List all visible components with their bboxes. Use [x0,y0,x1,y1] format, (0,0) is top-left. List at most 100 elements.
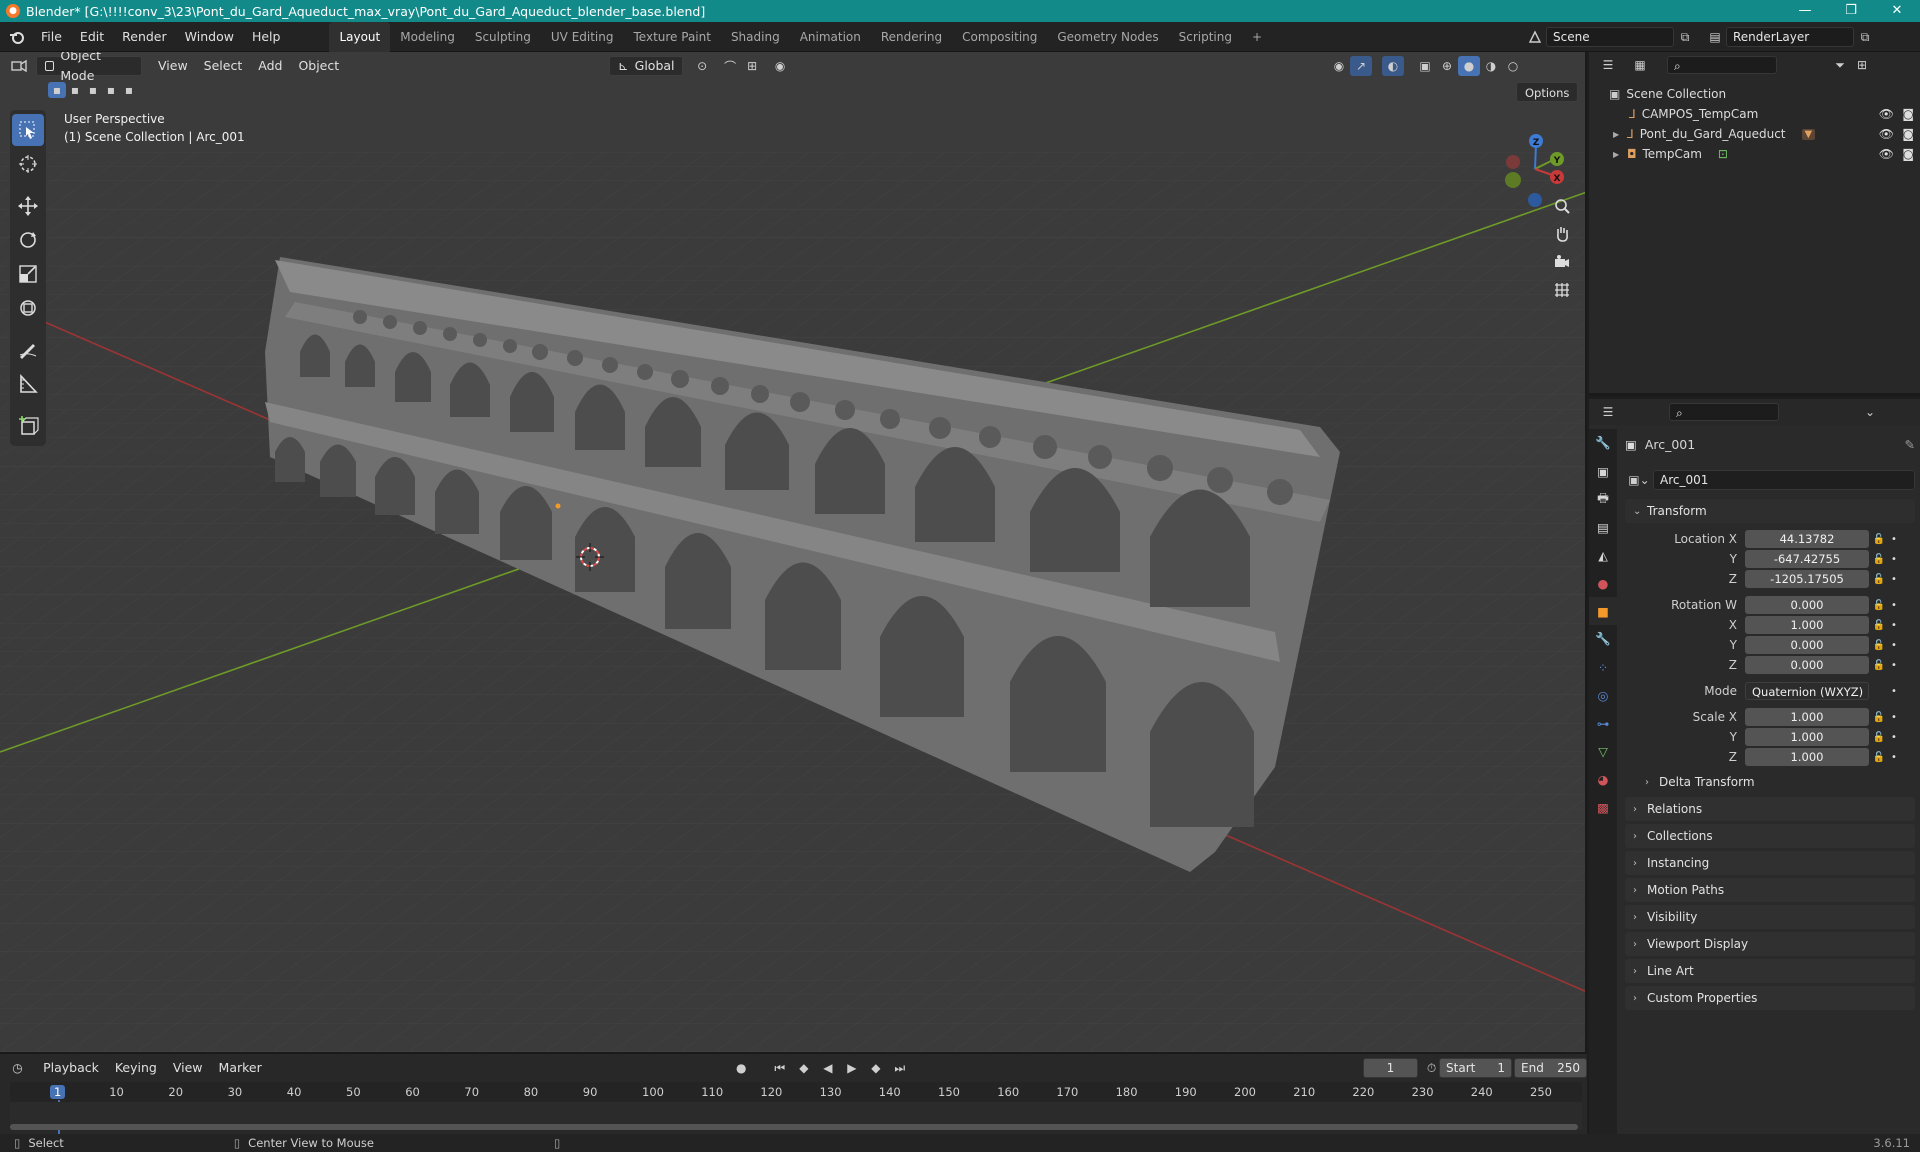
outliner-search-input[interactable]: ⌕ [1667,56,1777,74]
jump-end-icon[interactable]: ⏭ [889,1058,911,1078]
particles-tab-icon[interactable]: ⁘ [1589,653,1617,681]
tab-uv-editing[interactable]: UV Editing [541,22,624,52]
menu-help[interactable]: Help [243,22,290,52]
tab-shading[interactable]: Shading [721,22,790,52]
timeline-scrollbar[interactable] [10,1124,1578,1130]
xray-toggle-icon[interactable]: ▣ [1414,56,1436,76]
viewport-menu-view[interactable]: View [150,56,196,76]
stopwatch-icon[interactable]: ⏱ [1424,1058,1439,1078]
mode-selector[interactable]: Object Mode [36,52,142,83]
select-new-icon[interactable]: ▪ [48,82,66,98]
play-icon[interactable]: ▶ [841,1058,863,1078]
modifier-tab-icon[interactable]: 🔧 [1589,625,1617,653]
camera-render-icon[interactable]: ◙ [1902,107,1914,121]
keyframe-dot-icon[interactable]: • [1889,554,1899,565]
outliner-editor-icon[interactable]: ☰ [1597,55,1619,75]
select-intersect-icon[interactable]: ▪ [120,82,138,98]
tab-scripting[interactable]: Scripting [1169,22,1242,52]
lock-icon[interactable]: 🔓 [1869,660,1889,671]
outliner-item-tempcam[interactable]: ▶ ◘ TempCam ⊡ 👁 ◙ [1609,144,1920,164]
tab-layout[interactable]: Layout [329,21,391,52]
location-x-field[interactable]: 44.13782 [1745,530,1869,548]
constraints-tab-icon[interactable]: ⊶ [1589,709,1617,737]
transform-tool[interactable] [12,292,44,324]
annotate-tool[interactable] [12,334,44,366]
lock-icon[interactable]: 🔓 [1869,732,1889,743]
lock-icon[interactable]: 🔓 [1869,554,1889,565]
select-invert-icon[interactable]: ▪ [102,82,120,98]
camera-render-icon[interactable]: ◙ [1902,127,1914,141]
rotation-x-field[interactable]: 1.000 [1745,616,1869,634]
close-button[interactable]: ✕ [1874,0,1920,22]
properties-options-icon[interactable]: ⌄ [1859,402,1881,422]
tab-geometry-nodes[interactable]: Geometry Nodes [1047,22,1168,52]
lock-icon[interactable]: 🔓 [1869,600,1889,611]
gizmo-toggle-icon[interactable]: ↗ [1350,56,1372,76]
eye-icon[interactable]: 👁 [1879,147,1894,161]
tab-sculpting[interactable]: Sculpting [465,22,541,52]
viewport-menu-object[interactable]: Object [290,56,347,76]
menu-file[interactable]: File [32,22,71,52]
move-tool[interactable] [12,190,44,222]
proportional-edit-icon[interactable]: ◉ [769,56,791,76]
material-tab-icon[interactable]: ◕ [1589,765,1617,793]
maximize-button[interactable]: ❐ [1828,0,1874,22]
start-frame-field[interactable]: Start 1 [1439,1058,1513,1078]
snap-icon[interactable]: ⌒ [719,56,741,76]
blender-menu-icon[interactable] [6,27,28,47]
lock-icon[interactable]: 🔓 [1869,640,1889,651]
new-view-layer-icon[interactable]: ⧉ [1854,27,1876,47]
viewport-menu-add[interactable]: Add [250,56,290,76]
shading-wireframe-icon[interactable]: ⊕ [1436,56,1458,76]
keyframe-dot-icon[interactable]: • [1889,686,1899,697]
options-dropdown[interactable]: Options [1516,82,1579,102]
ortho-grid-icon[interactable] [1548,276,1576,304]
lock-icon[interactable]: 🔓 [1869,574,1889,585]
keyframe-dot-icon[interactable]: • [1889,574,1899,585]
play-reverse-icon[interactable]: ◀ [817,1058,839,1078]
new-collection-icon[interactable]: ⊞ [1851,55,1873,75]
lock-icon[interactable]: 🔓 [1869,620,1889,631]
camera-render-icon[interactable]: ◙ [1902,147,1914,161]
texture-tab-icon[interactable]: ▩ [1589,793,1617,821]
timeline-menu-playback[interactable]: Playback [35,1058,107,1078]
object-name-field[interactable]: Arc_001 [1653,470,1915,490]
select-box-tool[interactable] [12,114,44,146]
camera-view-icon[interactable] [1548,248,1576,276]
rotation-mode-dropdown[interactable]: Quaternion (WXYZ) [1745,682,1869,700]
tab-texture-paint[interactable]: Texture Paint [624,22,721,52]
keyframe-dot-icon[interactable]: • [1889,600,1899,611]
keyframe-dot-icon[interactable]: • [1889,752,1899,763]
relations-panel[interactable]: › Relations [1625,797,1915,821]
3d-viewport[interactable]: Z Y X Object Mode View Select Add Object [0,52,1587,1052]
keyframe-dot-icon[interactable]: • [1889,534,1899,545]
tab-compositing[interactable]: Compositing [952,22,1047,52]
eye-icon[interactable]: 👁 [1879,107,1894,121]
display-mode-icon[interactable]: ▦ [1629,55,1651,75]
rotate-tool[interactable] [12,224,44,256]
tab-rendering[interactable]: Rendering [871,22,952,52]
view-layer-tab-icon[interactable]: ▤ [1589,513,1617,541]
tab-modeling[interactable]: Modeling [390,22,465,52]
new-scene-icon[interactable]: ⧉ [1674,27,1696,47]
object-tab-icon[interactable]: ■ [1589,597,1617,625]
timeline-menu-marker[interactable]: Marker [211,1058,270,1078]
outliner-item-campos-tempcam[interactable]: ⅃ CAMPOS_TempCam 👁 ◙ [1609,104,1920,124]
instancing-panel[interactable]: › Instancing [1625,851,1915,875]
data-tab-icon[interactable]: ▽ [1589,737,1617,765]
timeline-editor-icon[interactable]: ◷ [10,1058,25,1078]
view-layer-selector[interactable]: RenderLayer [1726,27,1854,47]
rotation-w-field[interactable]: 0.000 [1745,596,1869,614]
pin-icon[interactable]: ✎ [1905,437,1915,452]
frame-ruler[interactable]: 1 10 20 30 40 50 60 70 80 90 100 110 120 130 140 150 160… [10,1082,1582,1138]
shading-rendered-icon[interactable]: ○ [1502,56,1524,76]
scene-selector[interactable]: Scene [1546,27,1674,47]
next-keyframe-icon[interactable]: ◆ [865,1058,887,1078]
rotation-z-field[interactable]: 0.000 [1745,656,1869,674]
cursor-tool[interactable] [12,148,44,180]
object-type-icon[interactable]: ▣⌄ [1625,470,1653,490]
render-tab-icon[interactable]: ▣ [1589,457,1617,485]
expand-arrow-icon[interactable]: ▶ [1613,150,1627,159]
scale-z-field[interactable]: 1.000 [1745,748,1869,766]
visibility-icon[interactable]: ◉ [1328,56,1350,76]
